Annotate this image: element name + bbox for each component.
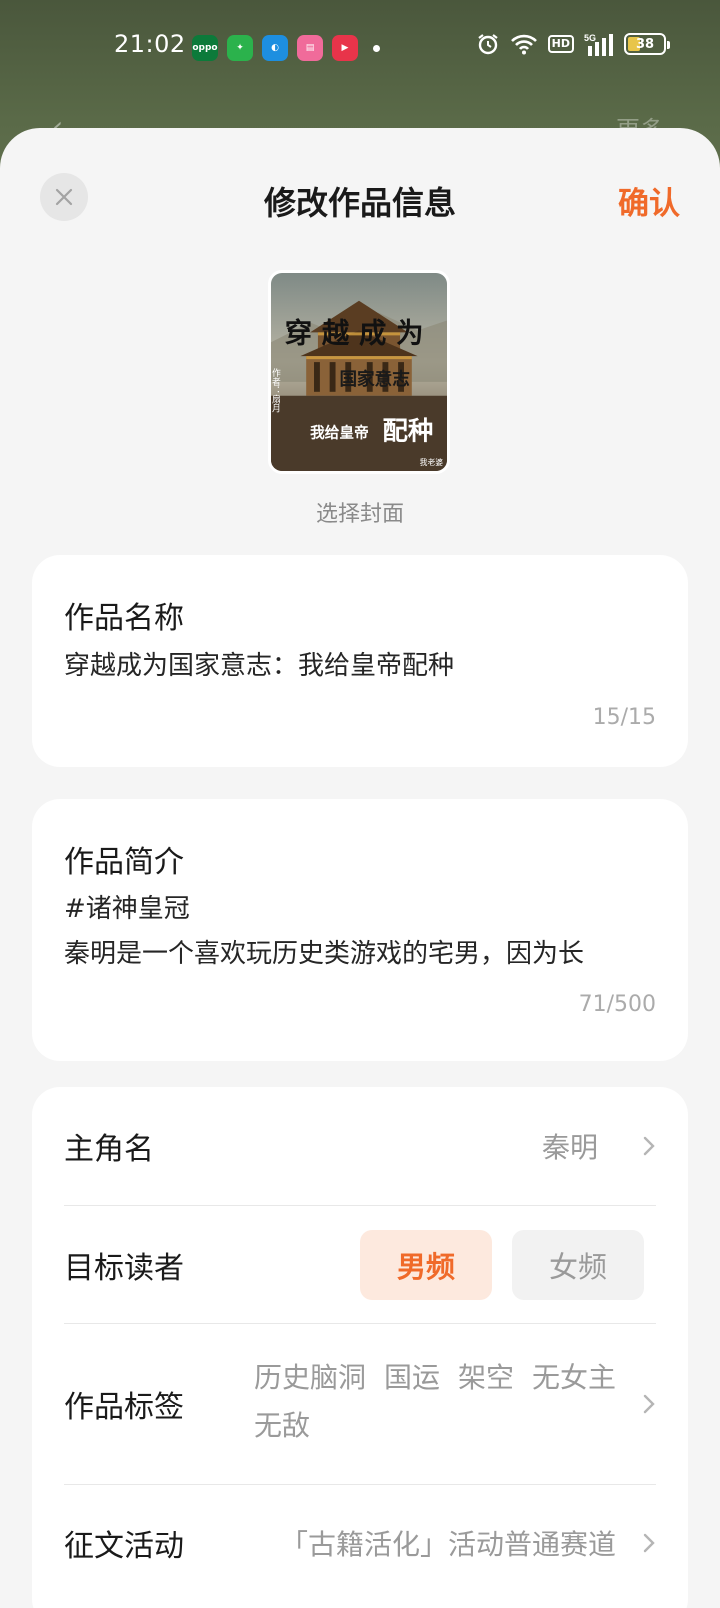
- more-notifications-dot: [373, 44, 380, 52]
- tag-item: 无敌: [254, 1409, 311, 1442]
- contest-row[interactable]: 征文活动 「古籍活化」活动普通赛道: [64, 1485, 656, 1601]
- protagonist-label: 主角名: [64, 1132, 154, 1167]
- work-name-label: 作品名称: [64, 601, 184, 636]
- work-name-card[interactable]: 作品名称 穿越成为国家意志：我给皇帝配种 15/15: [32, 555, 688, 767]
- tag-item: 国运: [384, 1361, 441, 1394]
- work-tags-row[interactable]: 作品标签 历史脑洞 国运 架空 无女主无敌: [64, 1324, 656, 1484]
- work-name-counter: 15/15: [592, 705, 656, 730]
- target-reader-label: 目标读者: [64, 1250, 184, 1286]
- cover-art-author: 作者：扇月: [271, 367, 280, 414]
- contest-label: 征文活动: [64, 1529, 184, 1564]
- edit-work-sheet: 修改作品信息 确认 穿越成为 国家意志 我给皇帝 配种 作者：扇月 我老婆 选择…: [0, 128, 720, 1608]
- cover-art-title-bottom-a: 我给皇帝: [310, 423, 369, 441]
- signal-icon: 5G: [584, 33, 613, 56]
- tag-item: 历史脑洞: [254, 1361, 367, 1394]
- video-app-icon: ▶: [332, 35, 358, 61]
- target-reader-row: 目标读者 男频 女频: [64, 1206, 656, 1323]
- cover-art-title-mid: 国家意志: [339, 368, 410, 390]
- work-intro-line-1[interactable]: #诸神皇冠: [64, 886, 190, 932]
- reader-option-female[interactable]: 女频: [512, 1230, 644, 1300]
- system-icons: HD 5G 38: [476, 32, 670, 56]
- wifi-icon: [510, 34, 537, 55]
- bilibili-app-icon: ▤: [297, 35, 323, 61]
- telecom-app-icon: ◐: [262, 35, 288, 61]
- battery-icon: 38: [624, 33, 670, 55]
- status-bar: 21:02 oppo ✦ ◐ ▤ ▶ HD 5G 38: [0, 0, 720, 96]
- oppo-app-icon: oppo: [192, 35, 218, 61]
- notification-icons: oppo ✦ ◐ ▤ ▶: [192, 35, 380, 61]
- work-settings-card: 主角名 秦明 目标读者 男频 女频 作品标签 历史脑洞 国运 架空 无女主无敌 征文活…: [32, 1087, 688, 1608]
- hd-badge: HD: [547, 35, 574, 53]
- work-name-input[interactable]: 穿越成为国家意志：我给皇帝配种: [64, 643, 454, 689]
- cover-art-corner: 我老婆: [420, 457, 444, 467]
- select-cover-button[interactable]: 选择封面: [0, 496, 720, 528]
- tag-item: 架空: [458, 1361, 515, 1394]
- work-tags-label: 作品标签: [64, 1390, 184, 1425]
- work-intro-card[interactable]: 作品简介 #诸神皇冠 秦明是一个喜欢玩历史类游戏的宅男，因为长 71/500: [32, 799, 688, 1061]
- confirm-button[interactable]: 确认: [618, 178, 680, 223]
- status-time: 21:02: [114, 30, 186, 58]
- battery-level: 38: [635, 36, 655, 52]
- cover-image[interactable]: 穿越成为 国家意志 我给皇帝 配种 作者：扇月 我老婆: [268, 270, 450, 474]
- cover-art-title-top: 穿越成为: [285, 317, 434, 349]
- chevron-right-icon: [643, 1394, 655, 1414]
- sheet-header: 修改作品信息 确认: [0, 128, 720, 268]
- contest-value: 「古籍活化」活动普通赛道: [279, 1528, 616, 1561]
- work-tags-list: 历史脑洞 国运 架空 无女主无敌: [254, 1354, 644, 1450]
- sheet-title: 修改作品信息: [263, 184, 456, 222]
- work-intro-line-2[interactable]: 秦明是一个喜欢玩历史类游戏的宅男，因为长: [64, 931, 584, 977]
- protagonist-value: 秦明: [541, 1131, 598, 1164]
- chevron-right-icon: [643, 1136, 655, 1156]
- work-intro-label: 作品简介: [64, 845, 184, 880]
- work-intro-counter: 71/500: [578, 992, 656, 1017]
- cover-art-title-bottom-b: 配种: [382, 416, 433, 446]
- cover-artwork: 穿越成为 国家意志 我给皇帝 配种 作者：扇月 我老婆: [271, 273, 447, 471]
- reader-option-male[interactable]: 男频: [360, 1230, 492, 1300]
- tag-item: 无女主: [532, 1361, 617, 1394]
- alarm-icon: [477, 34, 498, 55]
- svg-text:5G: 5G: [584, 33, 596, 43]
- store-app-icon: ✦: [227, 35, 253, 61]
- protagonist-row[interactable]: 主角名 秦明: [64, 1087, 656, 1205]
- chevron-right-icon: [643, 1533, 655, 1553]
